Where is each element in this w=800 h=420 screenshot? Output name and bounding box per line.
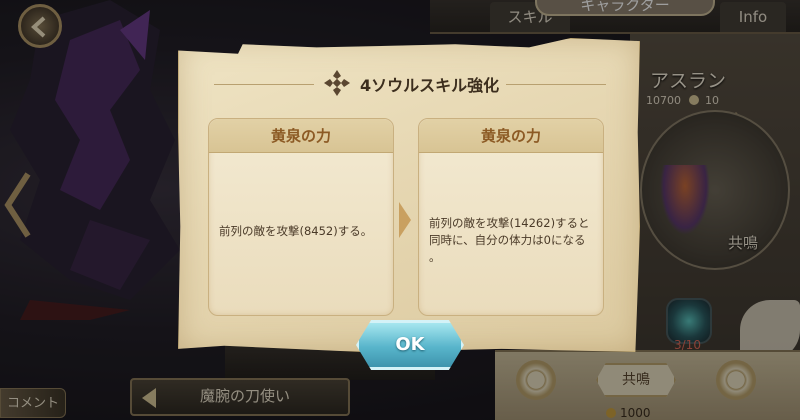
skill-before-name: 黄泉の力 — [209, 119, 393, 153]
skill-after-panel: 黄泉の力 前列の敵を攻撃(14262)すると同時に、自分の体力は0になる 。 — [418, 118, 604, 316]
soul-emblem-icon — [324, 70, 350, 96]
title-ornament-left — [214, 84, 314, 85]
skill-after-name: 黄泉の力 — [419, 119, 603, 153]
skill-before-description: 前列の敵を攻撃(8452)する。 — [219, 224, 373, 238]
right-arrow-icon — [399, 202, 411, 238]
skill-after-description: 前列の敵を攻撃(14262)すると同時に、自分の体力は0になる 。 — [429, 216, 590, 264]
skill-before-panel: 黄泉の力 前列の敵を攻撃(8452)する。 — [208, 118, 394, 316]
dialog-title: 4ソウルスキル強化 — [360, 76, 500, 95]
title-ornament-right — [506, 84, 606, 85]
ok-button[interactable]: OK — [356, 320, 464, 370]
